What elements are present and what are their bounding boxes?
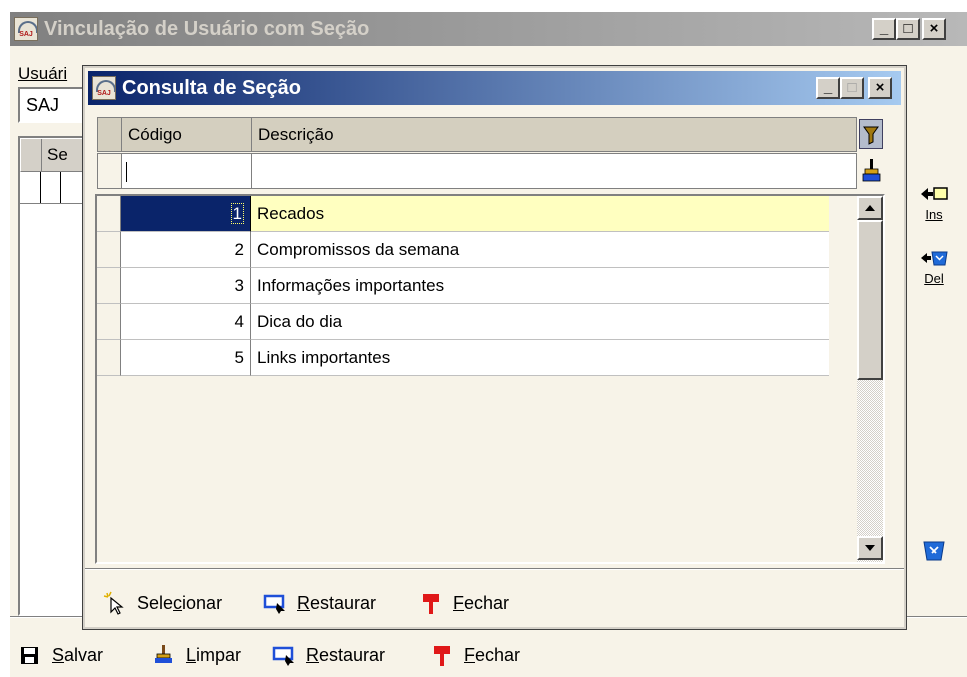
delete-label: Del — [924, 271, 944, 286]
user-field-value: SAJ — [26, 95, 60, 115]
minimize-icon: _ — [823, 79, 833, 96]
save-label: Salvar — [52, 645, 104, 665]
cell-codigo: 4 — [121, 304, 251, 340]
delete-button[interactable]: Del — [914, 248, 954, 296]
cell-descricao: Links importantes — [251, 340, 829, 376]
close-button[interactable]: × — [922, 18, 946, 40]
select-button[interactable]: Selecionar — [103, 590, 253, 616]
recycle-bin-icon — [923, 541, 945, 561]
close-window-button[interactable]: Fechar — [430, 642, 550, 668]
close-window-label: Fechar — [464, 645, 521, 665]
arrow-up-icon — [865, 205, 875, 211]
dialog-close-button[interactable]: × — [868, 77, 892, 99]
minimize-icon: _ — [879, 20, 889, 37]
insert-arrow-icon — [921, 187, 948, 200]
dialog-close-window-label: Fechar — [453, 593, 510, 613]
cell-descricao: Compromissos da semana — [251, 232, 829, 268]
grid-header: Código Descrição — [97, 117, 857, 152]
filter-codigo-input[interactable] — [122, 154, 252, 188]
dialog-maximize-button: □ — [840, 77, 864, 99]
flag-icon — [423, 594, 439, 614]
maximize-icon: □ — [847, 79, 857, 96]
dialog-minimize-button[interactable]: _ — [816, 77, 840, 99]
minimize-button[interactable]: _ — [872, 18, 896, 40]
cell-codigo: 5 — [121, 340, 251, 376]
column-header-codigo[interactable]: Código — [122, 118, 252, 151]
scroll-thumb[interactable] — [857, 220, 883, 380]
save-button[interactable]: Salvar — [18, 642, 128, 668]
insert-label: Ins — [925, 207, 943, 222]
broom-icon — [155, 645, 172, 663]
grid-header-selector — [98, 118, 122, 151]
floppy-icon — [21, 647, 38, 664]
table-row[interactable]: 5 Links importantes — [97, 340, 829, 376]
filter-descricao-input[interactable] — [252, 154, 856, 188]
dialog-title: Consulta de Seção — [122, 77, 301, 99]
app-logo-icon: SAJ — [92, 76, 116, 100]
parent-title: Vinculação de Usuário com Seção — [44, 18, 370, 40]
cell-codigo: 3 — [121, 268, 251, 304]
insert-button[interactable]: Ins — [914, 184, 954, 232]
select-label: Selecionar — [137, 593, 223, 613]
flag-icon — [434, 646, 450, 666]
maximize-button[interactable]: □ — [896, 18, 920, 40]
clear-button[interactable]: Limpar — [152, 642, 262, 668]
app-logo-icon: SAJ — [14, 17, 38, 41]
arrow-down-icon — [865, 545, 875, 551]
text-cursor — [126, 161, 127, 182]
consulta-secao-dialog: SAJ Consulta de Seção _ □ × Código Descr… — [82, 65, 907, 630]
filter-funnel-icon — [863, 126, 879, 145]
broom-icon — [862, 159, 881, 182]
dialog-toolbar-separator — [85, 568, 904, 570]
cursor-sparkle-icon — [103, 591, 124, 615]
dialog-restore-label: Restaurar — [297, 593, 377, 613]
parent-grid-header-label: Se — [47, 145, 68, 164]
clear-label: Limpar — [186, 645, 242, 665]
column-header-descricao[interactable]: Descrição — [252, 118, 856, 151]
clear-filter-button[interactable] — [861, 156, 883, 186]
cell-codigo: 1 — [121, 196, 251, 232]
vertical-scrollbar[interactable] — [857, 196, 883, 562]
table-row[interactable]: 1 Recados — [97, 196, 829, 232]
dialog-restore-button[interactable]: Restaurar — [263, 590, 403, 616]
filter-row — [97, 153, 857, 189]
table-row[interactable]: 3 Informações importantes — [97, 268, 829, 304]
recycle-bin-icon — [921, 251, 948, 266]
cell-descricao: Recados — [251, 196, 829, 232]
results-grid[interactable]: 1 Recados 2 Compromissos da semana 3 Inf… — [95, 194, 885, 564]
filter-button[interactable] — [859, 119, 883, 149]
close-icon: × — [875, 79, 885, 96]
close-icon: × — [929, 20, 939, 37]
restore-icon — [263, 594, 285, 614]
table-row[interactable]: 2 Compromissos da semana — [97, 232, 829, 268]
user-label: Usuári — [18, 64, 68, 83]
restore-label: Restaurar — [306, 645, 386, 665]
cell-codigo: 2 — [121, 232, 251, 268]
cell-descricao: Dica do dia — [251, 304, 829, 340]
recycle-bin-button[interactable] — [921, 540, 947, 562]
dialog-titlebar[interactable]: SAJ Consulta de Seção _ □ × — [88, 71, 901, 105]
scroll-up-button[interactable] — [857, 196, 883, 220]
table-row[interactable]: 4 Dica do dia — [97, 304, 829, 340]
scroll-down-button[interactable] — [857, 536, 883, 560]
restore-button[interactable]: Restaurar — [272, 642, 412, 668]
dialog-close-window-button[interactable]: Fechar — [419, 590, 539, 616]
restore-icon — [272, 646, 294, 666]
maximize-icon: □ — [903, 20, 913, 37]
parent-titlebar[interactable]: SAJ Vinculação de Usuário com Seção _ □ … — [10, 12, 967, 46]
cell-descricao: Informações importantes — [251, 268, 829, 304]
